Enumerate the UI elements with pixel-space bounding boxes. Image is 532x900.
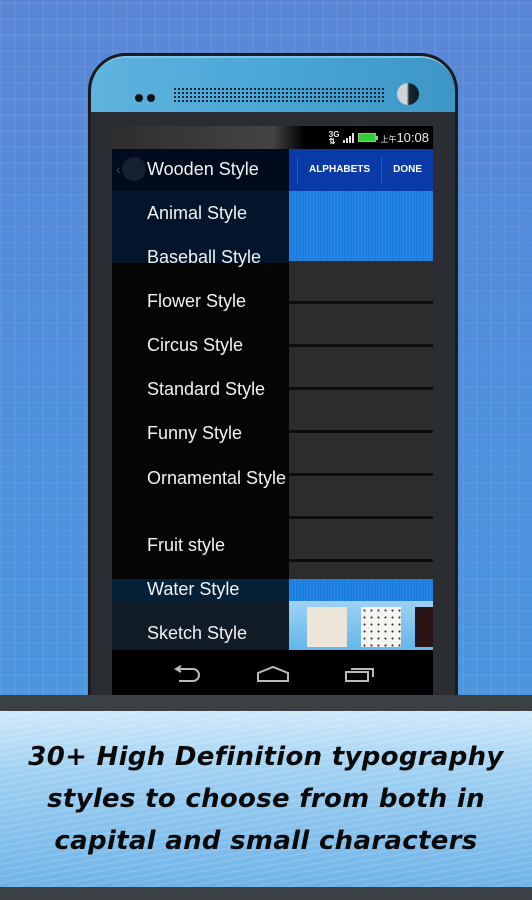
drawer-item-funny[interactable]: Funny Style: [147, 422, 287, 445]
style-thumbnail-strip: [249, 601, 433, 655]
preview-blue-band: [289, 191, 433, 261]
action-bar: ALPHABETS DONE: [289, 149, 433, 191]
sensor-dot: [147, 94, 155, 102]
phone-screen: 3G ⇅ 上午10:08 ALPHABETS DONE ‹ Wooden Sty…: [112, 126, 433, 698]
alphabets-button[interactable]: ALPHABETS: [296, 157, 381, 183]
drawer-item-animal[interactable]: Animal Style: [147, 202, 287, 225]
back-caret-icon[interactable]: ‹: [116, 161, 121, 177]
style-thumbnail[interactable]: [307, 607, 347, 647]
app-icon: [122, 157, 146, 181]
battery-icon: [358, 133, 379, 142]
speaker-grille: [173, 87, 385, 103]
caption-line: capital and small characters: [54, 826, 478, 856]
sensor-dot: [135, 94, 143, 102]
phone-frame: 3G ⇅ 上午10:08 ALPHABETS DONE ‹ Wooden Sty…: [88, 53, 458, 713]
done-button[interactable]: DONE: [381, 157, 433, 183]
caption-band: 30+ High Definition typography styles to…: [0, 695, 532, 900]
drawer-item-fruit[interactable]: Fruit style: [147, 534, 287, 557]
clock: 上午10:08: [380, 130, 429, 145]
signal-icon: [343, 132, 355, 143]
caption-line: styles to choose from both in: [47, 784, 485, 814]
drawer-item-sketch[interactable]: Sketch Style: [147, 622, 287, 645]
preview-pane: ALPHABETS DONE: [249, 149, 433, 655]
drawer-item-circus[interactable]: Circus Style: [147, 334, 287, 357]
drawer-item-ornamental[interactable]: Ornamental Style: [147, 467, 287, 490]
style-thumbnail[interactable]: [361, 607, 401, 647]
promo-caption: 30+ High Definition typography styles to…: [0, 711, 532, 887]
home-button[interactable]: [255, 662, 291, 686]
app-content: ALPHABETS DONE ‹ Wooden Style Animal Sty…: [112, 149, 433, 655]
drawer-item-standard[interactable]: Standard Style: [147, 378, 287, 401]
system-nav-bar: [112, 650, 433, 698]
network-type-icon: 3G ⇅: [328, 129, 340, 146]
navigation-drawer: ‹ Wooden Style Animal Style Baseball Sty…: [112, 149, 289, 655]
preview-blue-band: [289, 579, 433, 601]
back-icon: [173, 665, 200, 682]
back-button[interactable]: [168, 662, 204, 686]
drawer-item-wooden[interactable]: Wooden Style: [147, 158, 287, 181]
phone-top-bezel: [91, 56, 455, 112]
drawer-item-water[interactable]: Water Style: [147, 578, 287, 601]
wood-texture-preview: [289, 261, 433, 579]
recents-button[interactable]: [342, 662, 378, 686]
home-icon: [256, 665, 289, 682]
style-thumbnail[interactable]: [415, 607, 433, 647]
caption-line: 30+ High Definition typography: [28, 742, 504, 772]
recents-icon: [344, 668, 374, 682]
drawer-item-flower[interactable]: Flower Style: [147, 290, 287, 313]
status-bar: 3G ⇅ 上午10:08: [112, 126, 433, 149]
camera-icon: [397, 83, 419, 105]
drawer-item-baseball[interactable]: Baseball Style: [147, 246, 287, 269]
